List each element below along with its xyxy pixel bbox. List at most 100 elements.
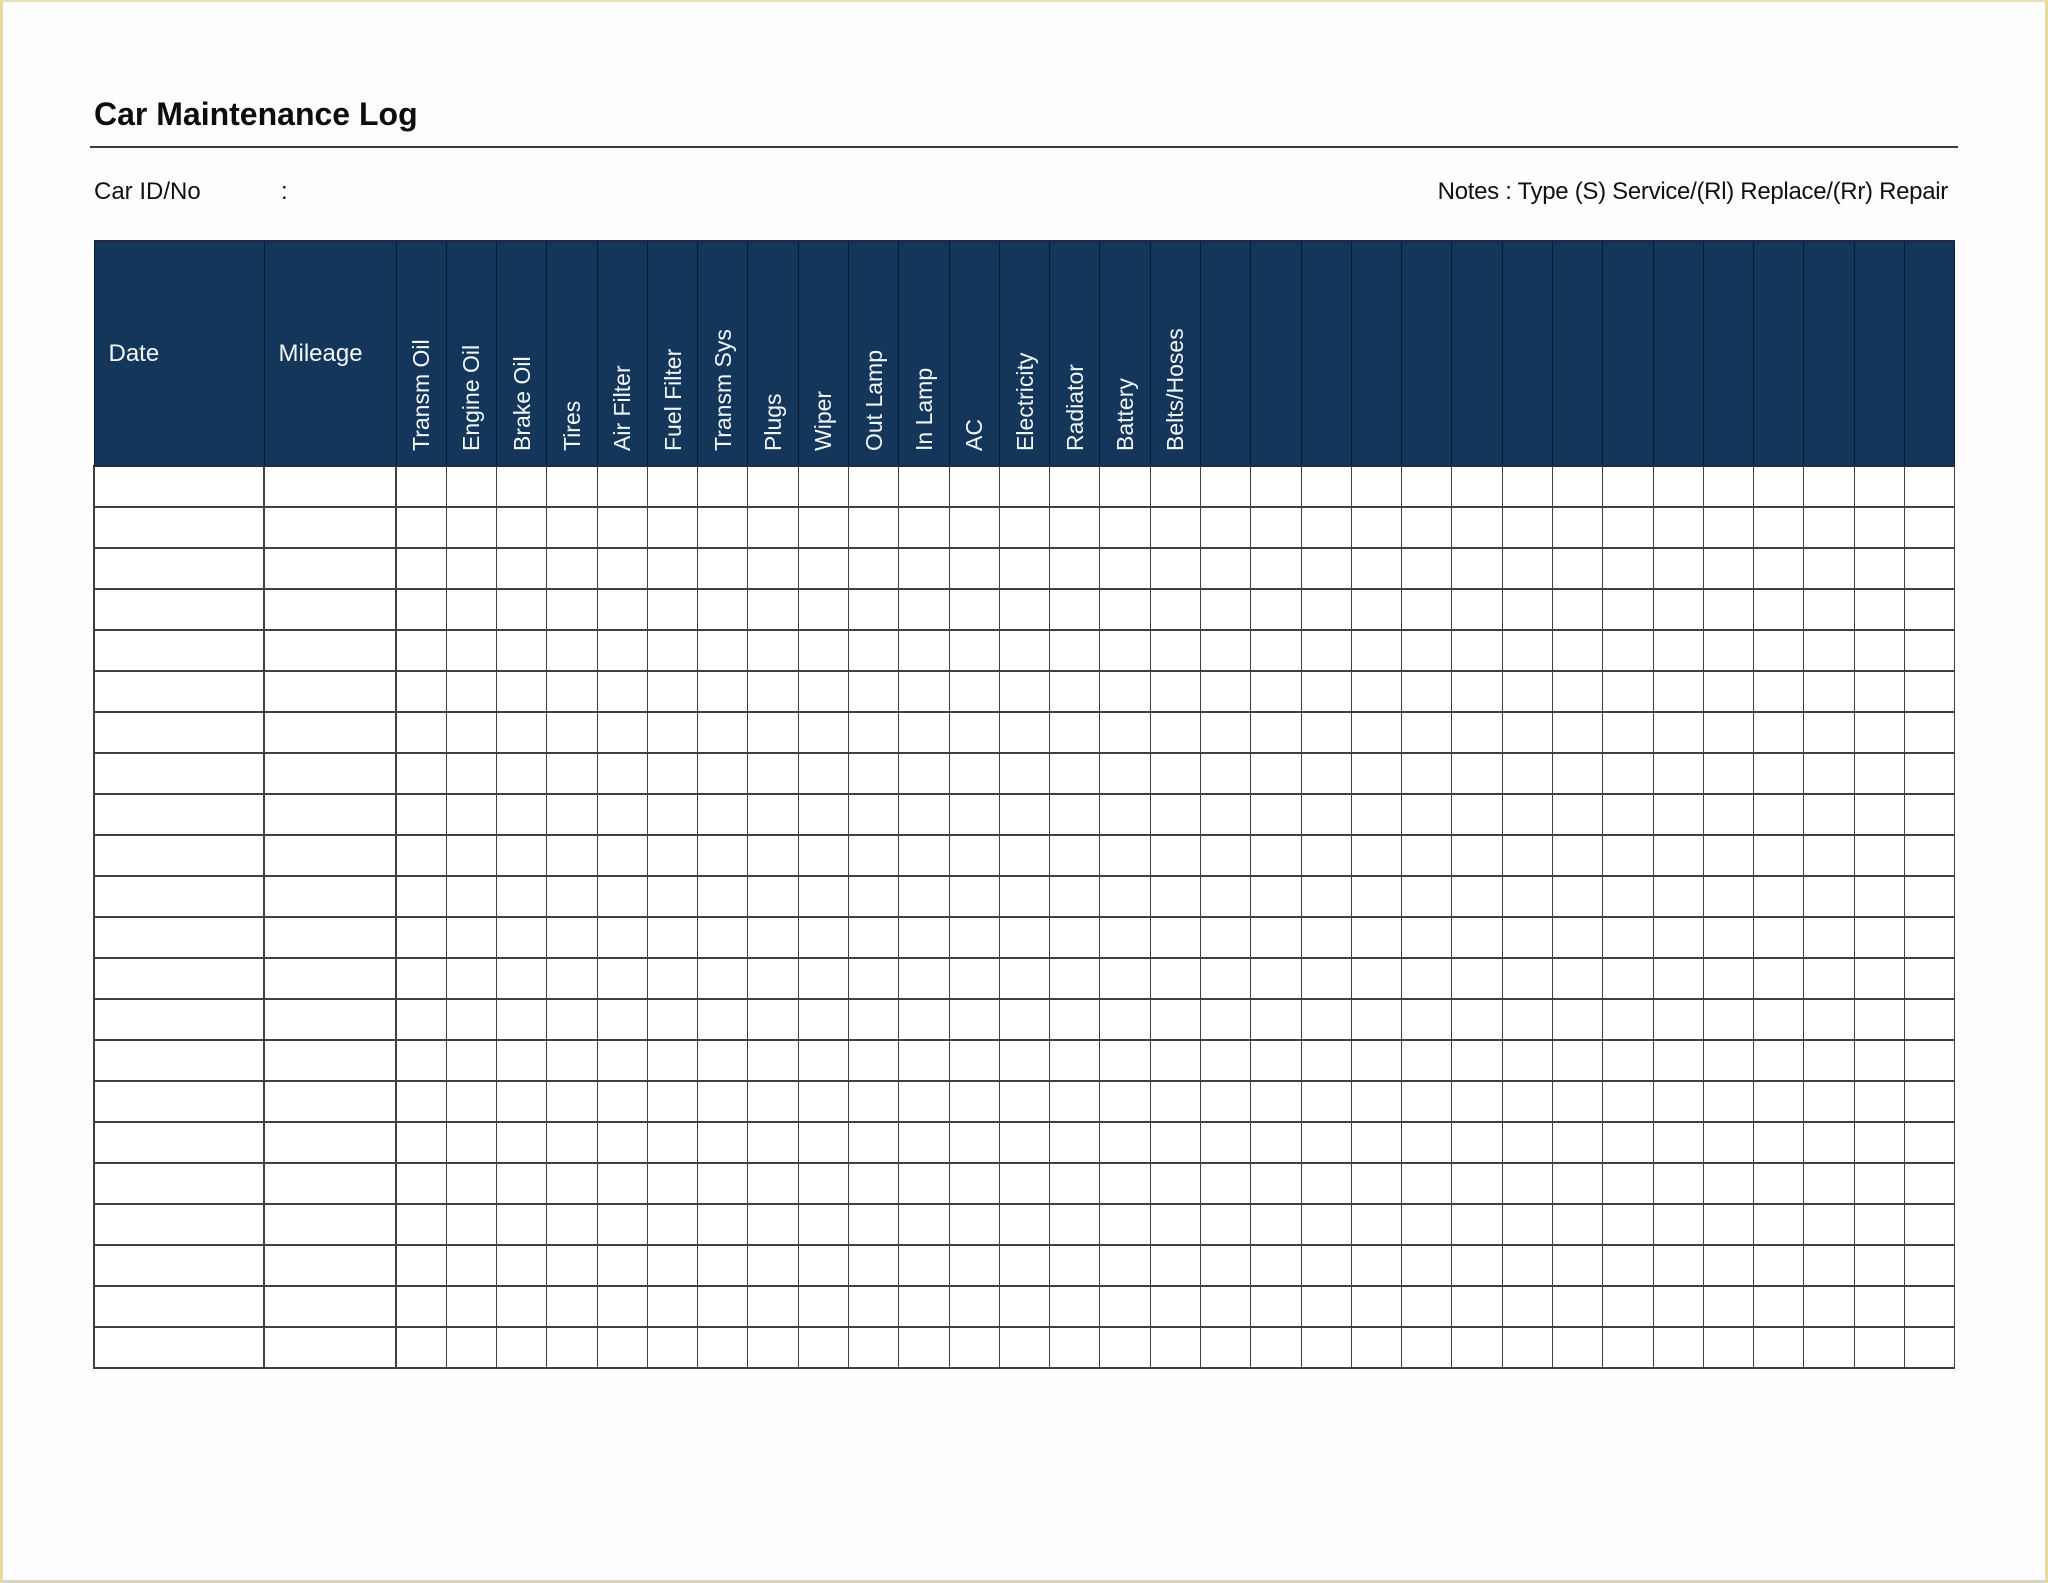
cell-blank[interactable]	[1602, 793, 1654, 836]
cell-blank[interactable]	[1753, 506, 1805, 549]
cell-blank[interactable]	[1652, 752, 1704, 795]
cell-mileage[interactable]	[263, 834, 397, 877]
cell-out-lamp[interactable]	[848, 711, 900, 754]
cell-tires[interactable]	[546, 957, 598, 1000]
cell-blank[interactable]	[1753, 875, 1805, 918]
cell-battery[interactable]	[1099, 998, 1151, 1041]
cell-blank[interactable]	[1853, 916, 1905, 959]
cell-belts-hoses[interactable]	[1149, 957, 1202, 1000]
cell-ac[interactable]	[948, 1162, 1000, 1205]
cell-in-lamp[interactable]	[898, 957, 950, 1000]
cell-blank[interactable]	[1702, 834, 1755, 877]
cell-blank[interactable]	[1199, 1203, 1252, 1246]
cell-radiator[interactable]	[1049, 670, 1101, 713]
cell-blank[interactable]	[1250, 1039, 1302, 1082]
cell-date[interactable]	[93, 711, 265, 754]
cell-blank[interactable]	[1551, 547, 1604, 590]
cell-belts-hoses[interactable]	[1149, 793, 1202, 836]
cell-blank[interactable]	[1753, 547, 1805, 590]
cell-air-filter[interactable]	[596, 1039, 648, 1082]
cell-fuel-filter[interactable]	[646, 1326, 699, 1369]
cell-date[interactable]	[93, 670, 265, 713]
cell-air-filter[interactable]	[596, 998, 648, 1041]
cell-tires[interactable]	[546, 547, 598, 590]
cell-plugs[interactable]	[747, 998, 799, 1041]
cell-blank[interactable]	[1702, 506, 1755, 549]
cell-tires[interactable]	[546, 1244, 598, 1287]
cell-blank[interactable]	[1753, 752, 1805, 795]
cell-date[interactable]	[93, 998, 265, 1041]
cell-ac[interactable]	[948, 1039, 1000, 1082]
cell-in-lamp[interactable]	[898, 711, 950, 754]
cell-blank[interactable]	[1401, 1039, 1453, 1082]
cell-blank[interactable]	[1350, 752, 1403, 795]
cell-transm-oil[interactable]	[395, 752, 447, 795]
cell-blank[interactable]	[1753, 465, 1805, 508]
cell-blank[interactable]	[1250, 670, 1302, 713]
cell-air-filter[interactable]	[596, 957, 648, 1000]
cell-out-lamp[interactable]	[848, 670, 900, 713]
cell-air-filter[interactable]	[596, 629, 648, 672]
cell-blank[interactable]	[1652, 998, 1704, 1041]
cell-belts-hoses[interactable]	[1149, 1162, 1202, 1205]
cell-blank[interactable]	[1803, 1080, 1855, 1123]
cell-battery[interactable]	[1099, 1121, 1151, 1164]
cell-blank[interactable]	[1250, 1080, 1302, 1123]
cell-mileage[interactable]	[263, 875, 397, 918]
cell-out-lamp[interactable]	[848, 793, 900, 836]
cell-out-lamp[interactable]	[848, 1080, 900, 1123]
cell-blank[interactable]	[1350, 1244, 1403, 1287]
cell-blank[interactable]	[1300, 629, 1352, 672]
cell-transm-oil[interactable]	[395, 998, 447, 1041]
cell-wiper[interactable]	[797, 752, 850, 795]
cell-ac[interactable]	[948, 998, 1000, 1041]
cell-blank[interactable]	[1652, 1039, 1704, 1082]
cell-belts-hoses[interactable]	[1149, 916, 1202, 959]
cell-transm-sys[interactable]	[697, 1244, 749, 1287]
cell-blank[interactable]	[1551, 588, 1604, 631]
cell-blank[interactable]	[1350, 875, 1403, 918]
cell-mileage[interactable]	[263, 629, 397, 672]
cell-blank[interactable]	[1803, 1244, 1855, 1287]
cell-blank[interactable]	[1250, 465, 1302, 508]
cell-belts-hoses[interactable]	[1149, 465, 1202, 508]
cell-blank[interactable]	[1401, 711, 1453, 754]
cell-blank[interactable]	[1451, 547, 1503, 590]
cell-blank[interactable]	[1853, 1326, 1905, 1369]
cell-blank[interactable]	[1602, 629, 1654, 672]
cell-ac[interactable]	[948, 834, 1000, 877]
cell-plugs[interactable]	[747, 670, 799, 713]
cell-blank[interactable]	[1803, 1121, 1855, 1164]
cell-blank[interactable]	[1551, 711, 1604, 754]
cell-date[interactable]	[93, 1039, 265, 1082]
cell-transm-oil[interactable]	[395, 916, 447, 959]
cell-blank[interactable]	[1501, 1203, 1553, 1246]
cell-blank[interactable]	[1803, 793, 1855, 836]
cell-belts-hoses[interactable]	[1149, 670, 1202, 713]
cell-transm-sys[interactable]	[697, 465, 749, 508]
cell-belts-hoses[interactable]	[1149, 1121, 1202, 1164]
cell-brake-oil[interactable]	[496, 1121, 548, 1164]
cell-in-lamp[interactable]	[898, 1162, 950, 1205]
cell-blank[interactable]	[1551, 834, 1604, 877]
cell-blank[interactable]	[1501, 1162, 1553, 1205]
cell-blank[interactable]	[1199, 1080, 1252, 1123]
cell-blank[interactable]	[1652, 1244, 1704, 1287]
cell-blank[interactable]	[1602, 1244, 1654, 1287]
cell-tires[interactable]	[546, 1121, 598, 1164]
cell-date[interactable]	[93, 1326, 265, 1369]
cell-blank[interactable]	[1451, 506, 1503, 549]
cell-blank[interactable]	[1803, 957, 1855, 1000]
cell-belts-hoses[interactable]	[1149, 875, 1202, 918]
cell-blank[interactable]	[1753, 793, 1805, 836]
cell-blank[interactable]	[1451, 1285, 1503, 1328]
cell-battery[interactable]	[1099, 547, 1151, 590]
cell-wiper[interactable]	[797, 834, 850, 877]
cell-wiper[interactable]	[797, 1326, 850, 1369]
cell-fuel-filter[interactable]	[646, 834, 699, 877]
cell-mileage[interactable]	[263, 670, 397, 713]
cell-blank[interactable]	[1853, 1162, 1905, 1205]
cell-blank[interactable]	[1652, 711, 1704, 754]
cell-mileage[interactable]	[263, 547, 397, 590]
cell-air-filter[interactable]	[596, 547, 648, 590]
